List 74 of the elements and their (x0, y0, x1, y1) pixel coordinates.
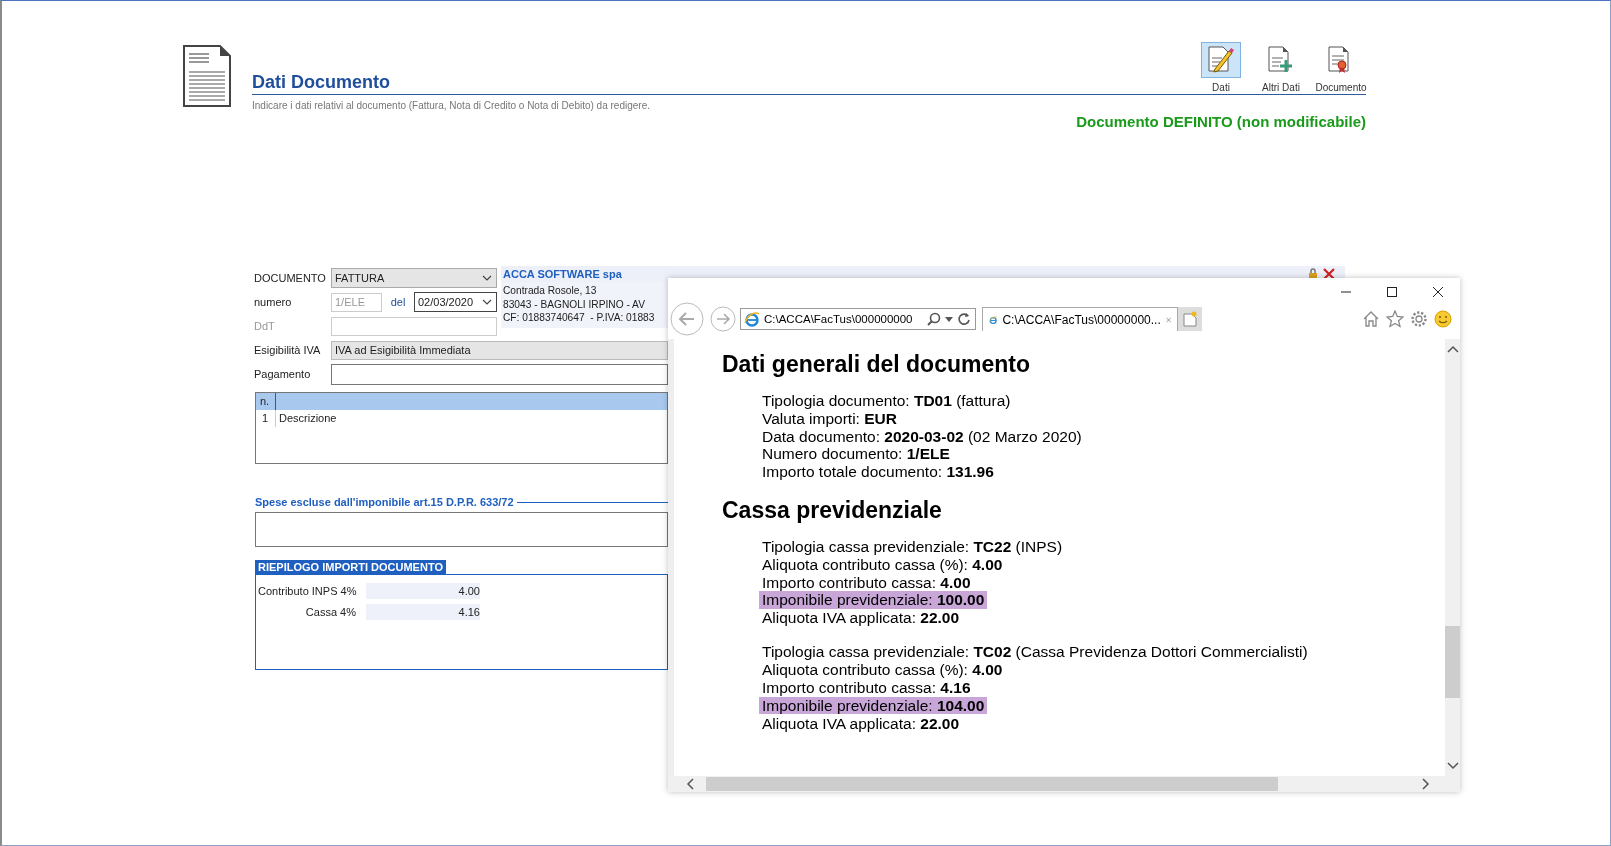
vat-field[interactable]: IVA ad Esigibilità Immediata (331, 340, 668, 360)
info-line: Importo contributo cassa: 4.00 (762, 573, 972, 592)
star-icon[interactable] (1386, 310, 1404, 328)
info-line: Valuta importi: EUR (762, 409, 898, 428)
info-line: Aliquota contributo cassa (%): 4.00 (762, 555, 1004, 574)
field-label: Esigibilità IVA (254, 344, 322, 356)
page-subtitle: Indicare i dati relativi al documento (Fattura, Nota di Credito o Nota di Debito) da redigere. (252, 100, 651, 111)
new-tab-button[interactable] (1178, 307, 1202, 331)
toolbar-button[interactable]: Documento (1316, 42, 1366, 93)
ddt-field[interactable] (331, 316, 497, 336)
table-cell: 1 (256, 410, 276, 427)
browser-icon (744, 311, 760, 327)
refresh-icon[interactable] (957, 312, 971, 326)
maximize-icon[interactable] (1386, 286, 1398, 298)
caret-icon[interactable] (945, 316, 953, 322)
info-line: Aliquota contributo cassa (%): 4.00 (762, 660, 1004, 679)
document-type-dropdown[interactable]: FATTURA (331, 268, 497, 288)
back-icon[interactable] (670, 302, 704, 336)
add-document-icon (1267, 46, 1295, 74)
info-line: Data documento: 2020-03-02 (02 Marzo 2020) (762, 427, 1083, 446)
field-label: del (389, 296, 407, 308)
field-label: Pagamento (254, 368, 312, 380)
page-title: Dati Documento (252, 72, 390, 94)
address-line: CF: 01883740647 - P.IVA: 01883 (503, 311, 656, 325)
scrollbar-thumb[interactable] (706, 777, 1278, 791)
close-icon[interactable] (1432, 286, 1444, 298)
horizontal-scrollbar[interactable] (668, 776, 1460, 792)
info-line: Aliquota IVA applicata: 22.00 (762, 714, 961, 733)
section-heading: Cassa previdenziale (722, 497, 943, 524)
amount-label: Cassa 4% (304, 606, 356, 618)
column-header: n. (256, 393, 276, 410)
vertical-scrollbar[interactable] (1445, 339, 1460, 776)
info-line: Tipologia documento: TD01 (fattura) (762, 392, 1012, 410)
info-line: Tipologia cassa previdenziale: TC02 (Cassa Previdenza Dottori Commercialisti) (762, 643, 1309, 661)
field-label: numero (254, 296, 293, 308)
info-line: Tipologia cassa previdenziale: TC22 (INPS) (762, 538, 1064, 556)
search-icon[interactable] (927, 312, 941, 326)
field-label: DOCUMENTO (254, 272, 327, 284)
toolbar-button[interactable]: Altri Dati (1256, 42, 1306, 93)
settings-icon[interactable] (1410, 310, 1428, 328)
address-bar[interactable]: C:\ACCA\FacTus\000000000 (740, 308, 976, 330)
forward-icon[interactable] (710, 306, 736, 332)
company-name: ACCA SOFTWARE spa (503, 268, 622, 280)
table-cell-text: Descrizione (278, 411, 337, 426)
info-line: Importo totale documento: 131.96 (762, 463, 995, 481)
summary-title: RIEPILOGO IMPORTI DOCUMENTO (255, 560, 446, 574)
scroll-up-icon (1446, 345, 1459, 353)
section-title: Spese escluse dall'imponibile art.15 D.P.R. 633/72 (255, 496, 514, 508)
amount-label: Contributo INPS 4% (258, 585, 356, 597)
section-heading: Dati generali del documento (722, 351, 1031, 378)
info-line: Numero documento: 1/ELE (762, 445, 951, 464)
field-label: DdT (254, 320, 276, 332)
date-dropdown[interactable]: 02/03/2020 (414, 292, 497, 312)
payment-field[interactable] (331, 363, 668, 385)
browser-tab[interactable]: C:\ACCA\FacTus\00000000... (982, 307, 1178, 331)
close-icon[interactable] (1323, 268, 1335, 280)
caret-icon (482, 299, 492, 305)
amount-value: 4.16 (366, 604, 480, 620)
address-line: Contrada Rosole, 13 (503, 284, 598, 298)
scroll-down-icon (1446, 762, 1459, 770)
scroll-right-icon (1422, 778, 1430, 790)
info-line: Importo contributo cassa: 4.16 (762, 678, 972, 697)
caret-icon (482, 275, 492, 281)
document-status: Documento DEFINITO (non modificabile) (1075, 113, 1366, 130)
new-tab-icon (1183, 311, 1197, 327)
home-icon[interactable] (1362, 310, 1380, 328)
scrollbar-thumb[interactable] (1445, 625, 1460, 698)
document-icon (183, 45, 231, 107)
address-line: 83043 - BAGNOLI IRPINO - AV (503, 297, 646, 311)
info-line: Aliquota IVA applicata: 22.00 (762, 609, 961, 628)
scroll-left-icon (686, 778, 694, 790)
edit-document-icon (1207, 46, 1235, 74)
amount-value: 4.00 (366, 583, 480, 599)
smiley-icon[interactable] (1434, 310, 1452, 328)
